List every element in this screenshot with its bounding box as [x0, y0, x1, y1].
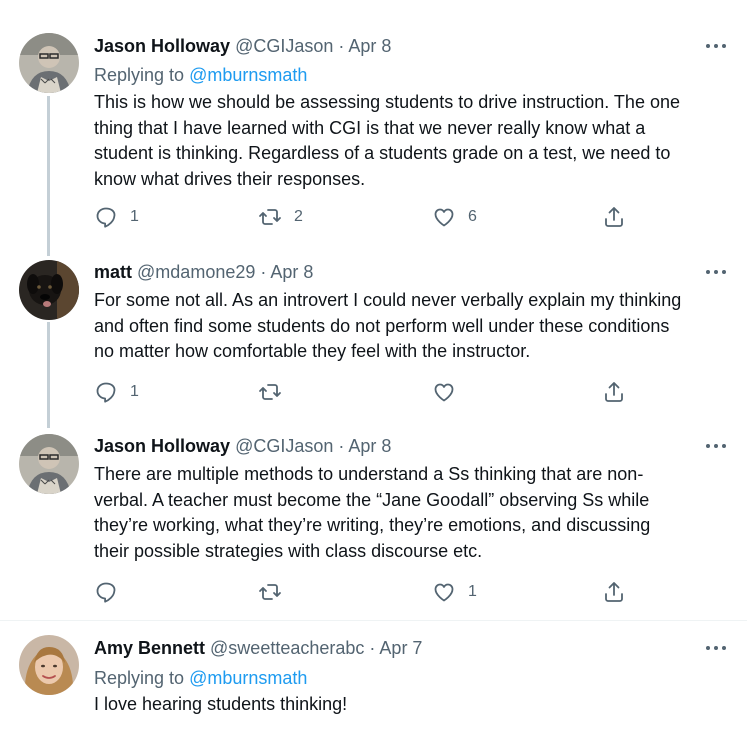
- author-handle[interactable]: @CGIJason: [235, 436, 333, 456]
- tweet-text-line: There are multiple methods to understand…: [94, 464, 644, 484]
- tweet-text-line: and often find some students do not perf…: [94, 315, 670, 336]
- like-button[interactable]: 6: [432, 204, 477, 230]
- author-handle[interactable]: @sweetteacherabc: [210, 638, 364, 658]
- replying-to-label: Replying to: [94, 668, 190, 688]
- tweet-text-line: For some not all. As an introvert I coul…: [94, 290, 682, 310]
- separator-dot: ·: [338, 36, 345, 56]
- separator-dot: ·: [338, 436, 345, 456]
- replying-to-mention[interactable]: @mburnsmath: [189, 668, 307, 688]
- replying-to-label: Replying to: [94, 65, 190, 85]
- tweet-text: There are multiple methods to understand…: [94, 462, 734, 564]
- tweet-text-line: verbal. A teacher must become the “Jane …: [94, 489, 650, 510]
- tweet-actions: 1 2 6: [94, 204, 634, 230]
- heart-icon: [434, 383, 454, 402]
- more-horizontal-icon: [706, 270, 726, 274]
- more-horizontal-icon: [706, 646, 726, 650]
- more-options-button[interactable]: [704, 39, 728, 53]
- tweet-header: Jason Holloway @CGIJason · Apr 8: [94, 33, 391, 59]
- retweet-arrows-icon: [259, 384, 281, 400]
- avatar[interactable]: [19, 635, 79, 695]
- author-handle[interactable]: @CGIJason: [235, 36, 333, 56]
- author-name[interactable]: Jason Holloway: [94, 436, 230, 456]
- tweet-date[interactable]: Apr 8: [348, 436, 391, 456]
- avatar[interactable]: [19, 33, 79, 93]
- more-options-button[interactable]: [704, 265, 728, 279]
- reply-button[interactable]: 1: [94, 204, 139, 230]
- avatar-photo-jason: [19, 33, 79, 93]
- reply-bubble-icon: [96, 207, 116, 228]
- tweet[interactable]: Jason Holloway @CGIJason · Apr 8 Replyin…: [0, 0, 747, 250]
- more-options-button[interactable]: [704, 641, 728, 655]
- author-name[interactable]: Amy Bennett: [94, 638, 205, 658]
- heart-icon: [434, 208, 454, 227]
- like-count: 1: [468, 583, 477, 600]
- reply-bubble-icon: [96, 582, 116, 603]
- avatar-photo-matt: [19, 260, 79, 320]
- author-name[interactable]: Jason Holloway: [94, 36, 230, 56]
- heart-icon: [434, 583, 454, 602]
- replying-to: Replying to @mburnsmath: [94, 665, 307, 691]
- avatar-photo-jason: [19, 434, 79, 494]
- separator-dot: ·: [260, 262, 267, 282]
- like-count: 6: [468, 208, 477, 225]
- tweet-text-line: This is how we should be assessing stude…: [94, 92, 680, 112]
- author-name[interactable]: matt: [94, 262, 132, 282]
- tweet-header: Amy Bennett @sweetteacherabc · Apr 7: [94, 635, 422, 661]
- tweet-text-line: thing that I have learned with CGI is th…: [94, 117, 646, 138]
- more-options-button[interactable]: [704, 439, 728, 453]
- tweet-date[interactable]: Apr 8: [270, 262, 313, 282]
- tweet-actions: 1: [94, 379, 634, 405]
- tweet-actions: 1: [94, 579, 634, 605]
- author-handle[interactable]: @mdamone29: [137, 262, 255, 282]
- reply-button[interactable]: [94, 579, 130, 605]
- more-horizontal-icon: [706, 44, 726, 48]
- retweet-arrows-icon: [259, 584, 281, 600]
- tweet-date[interactable]: Apr 7: [379, 638, 422, 658]
- tweet-date[interactable]: Apr 8: [348, 36, 391, 56]
- avatar-photo-amy: [19, 635, 79, 695]
- reply-button[interactable]: 1: [94, 379, 139, 405]
- tweet-header: matt @mdamone29 · Apr 8: [94, 259, 313, 285]
- tweet-text: For some not all. As an introvert I coul…: [94, 288, 734, 365]
- tweet-text-line: no matter how comfortable they feel with…: [94, 341, 531, 361]
- share-upload-icon: [605, 582, 623, 602]
- tweet-text-line: student is thinking. Regardless of a stu…: [94, 143, 671, 163]
- share-upload-icon: [605, 382, 623, 402]
- share-upload-icon: [605, 207, 623, 227]
- separator-dot: ·: [369, 638, 376, 658]
- retweet-button[interactable]: 2: [258, 204, 303, 230]
- reply-bubble-icon: [96, 382, 116, 403]
- retweet-arrows-icon: [259, 209, 281, 225]
- tweet-text-line: know what drives their responses.: [94, 168, 366, 189]
- tweet[interactable]: Jason Holloway @CGIJason · Apr 8 There a…: [0, 424, 747, 620]
- share-button[interactable]: [602, 379, 626, 405]
- like-button[interactable]: 1: [432, 579, 477, 605]
- share-button[interactable]: [602, 579, 626, 605]
- reply-count: 1: [130, 383, 139, 400]
- tweet-header: Jason Holloway @CGIJason · Apr 8: [94, 433, 391, 459]
- tweet-text: This is how we should be assessing stude…: [94, 90, 734, 192]
- tweet[interactable]: matt @mdamone29 · Apr 8 For some not all…: [0, 250, 747, 424]
- replying-to: Replying to @mburnsmath: [94, 62, 307, 88]
- retweet-button[interactable]: [258, 379, 294, 405]
- tweet-text-line: their possible strategies with class dis…: [94, 540, 483, 561]
- retweet-button[interactable]: [258, 579, 294, 605]
- conversation-thread: Jason Holloway @CGIJason · Apr 8 Replyin…: [0, 0, 747, 750]
- like-button[interactable]: [432, 379, 468, 405]
- more-horizontal-icon: [706, 444, 726, 448]
- tweet-text-line: I love hearing students thinking!: [94, 694, 348, 714]
- tweet[interactable]: Amy Bennett @sweetteacherabc · Apr 7 Rep…: [0, 621, 747, 750]
- retweet-count: 2: [294, 208, 303, 225]
- tweet-text: I love hearing students thinking!: [94, 692, 734, 718]
- tweet-text-line: they’re working, what they’re writing, t…: [94, 515, 651, 535]
- replying-to-mention[interactable]: @mburnsmath: [189, 65, 307, 85]
- avatar[interactable]: [19, 434, 79, 494]
- share-button[interactable]: [602, 204, 626, 230]
- avatar[interactable]: [19, 260, 79, 320]
- reply-count: 1: [130, 208, 139, 225]
